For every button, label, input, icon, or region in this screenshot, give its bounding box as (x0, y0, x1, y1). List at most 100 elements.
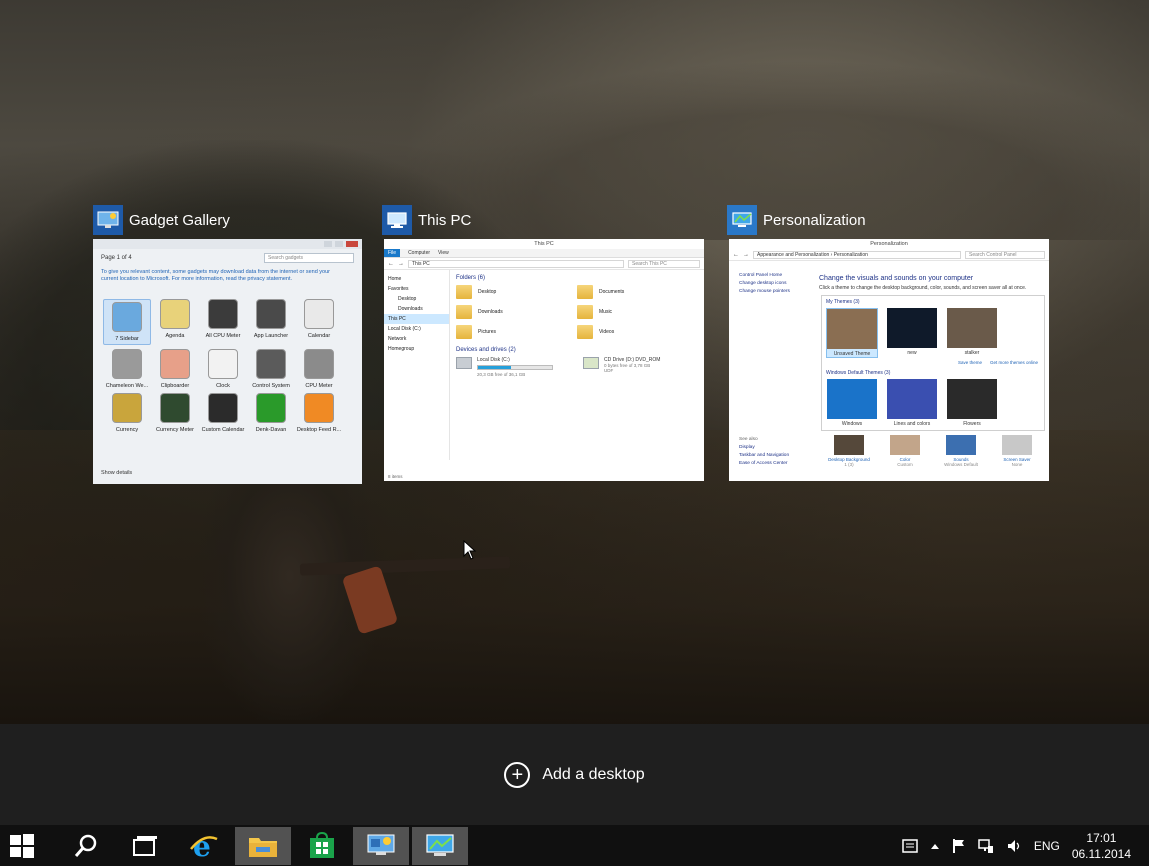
gadget-label: Chameleon We... (105, 383, 149, 389)
side-link[interactable]: Control Panel Home (739, 273, 819, 278)
clock[interactable]: 17:01 06.11.2014 (1072, 830, 1131, 862)
setting-preview (890, 435, 920, 455)
folders-header[interactable]: Folders (6) (456, 275, 698, 281)
side-link[interactable]: Change mouse pointers (739, 289, 819, 294)
side-link[interactable]: Change desktop icons (739, 281, 819, 286)
theme-setting-item[interactable]: Desktop Background 1 (3) (823, 435, 875, 467)
folder-item[interactable]: Downloads (456, 305, 577, 319)
address-bar[interactable]: This PC (408, 259, 624, 268)
theme-item[interactable]: new (886, 308, 938, 358)
theme-label: Unsaved Theme (833, 351, 871, 357)
gadget-item[interactable]: Desktop Feed R... (295, 393, 343, 433)
search-button[interactable] (58, 827, 114, 865)
personalization-app-button[interactable] (412, 826, 468, 865)
theme-setting-item[interactable]: Color Custom (879, 435, 931, 467)
save-theme-link[interactable]: Save theme (958, 360, 982, 365)
window-title-gadget-gallery[interactable]: Gadget Gallery (93, 205, 230, 235)
network-icon[interactable] (978, 838, 994, 854)
nav-item[interactable]: Home (384, 274, 449, 284)
search-input[interactable]: Search This PC (628, 259, 700, 268)
theme-item[interactable]: Lines and colors (886, 379, 938, 427)
theme-preview (947, 379, 997, 419)
gadget-item[interactable]: Currency (103, 393, 151, 433)
theme-item[interactable]: Unsaved Theme (826, 308, 878, 358)
gadget-item[interactable]: Clock (199, 349, 247, 389)
gadget-item[interactable]: 7 Sidebar (103, 299, 151, 345)
drive-d[interactable]: CD Drive (D:) DVD_ROM 0 bytes free of 3,… (583, 357, 660, 377)
flag-icon[interactable] (952, 838, 966, 854)
see-also-link[interactable]: Taskbar and Navigation (739, 453, 789, 458)
gadget-item[interactable]: Agenda (151, 299, 199, 345)
theme-item[interactable]: Flowers (946, 379, 998, 427)
gadget-app-button[interactable] (353, 826, 409, 865)
gadget-item[interactable]: Control System (247, 349, 295, 389)
gadget-icon (304, 393, 334, 423)
see-also-link[interactable]: Ease of Access Center (739, 461, 789, 466)
theme-item[interactable]: Windows (826, 379, 878, 427)
back-arrow-icon[interactable]: ← (388, 261, 394, 267)
search-input[interactable]: Search gadgets (264, 253, 354, 263)
file-explorer-button[interactable] (235, 826, 291, 865)
nav-item[interactable]: Downloads (384, 304, 449, 314)
drive-c[interactable]: Local Disk (C:) 20,3 GB free of 36,1 GB (456, 357, 553, 377)
personalization-thumbnail[interactable]: Personalization ← → Appearance and Perso… (729, 239, 1049, 481)
address-bar[interactable]: Appearance and Personalization › Persona… (753, 250, 961, 259)
see-also-link[interactable]: Display (739, 445, 789, 450)
gadget-label: All CPU Meter (205, 333, 241, 339)
start-button[interactable] (0, 827, 44, 865)
gadget-item[interactable]: App Launcher (247, 299, 295, 345)
gadget-item[interactable]: Calendar (295, 299, 343, 345)
tab-view[interactable]: View (438, 250, 449, 256)
gadget-item[interactable]: Currency Meter (151, 393, 199, 433)
folder-item[interactable]: Videos (577, 325, 698, 339)
search-icon (74, 834, 97, 857)
action-center-icon[interactable] (902, 838, 918, 853)
this-pc-icon (382, 205, 412, 235)
theme-setting-item[interactable]: Sounds Windows Default (935, 435, 987, 467)
nav-item[interactable]: Homegroup (384, 344, 449, 354)
system-tray: ENG 17:01 06.11.2014 (902, 825, 1149, 866)
window-title-personalization[interactable]: Personalization (727, 205, 866, 235)
forward-arrow-icon[interactable]: → (743, 252, 749, 258)
gadget-icon (112, 393, 142, 423)
back-arrow-icon[interactable]: ← (733, 252, 739, 258)
nav-item[interactable]: Local Disk (C:) (384, 324, 449, 334)
internet-explorer-button[interactable]: e (176, 827, 232, 865)
folder-icon (577, 325, 593, 339)
gadget-gallery-thumbnail[interactable]: Page 1 of 4 Search gadgets To give you r… (93, 239, 362, 484)
tab-file[interactable]: File (384, 249, 401, 257)
folder-item[interactable]: Documents (577, 285, 698, 299)
gadget-label: Clipboarder (160, 383, 190, 389)
nav-item[interactable]: Favorites (384, 284, 449, 294)
gadget-item[interactable]: CPU Meter (295, 349, 343, 389)
theme-settings-row: Desktop Background 1 (3) Color Custom Sounds… (821, 435, 1045, 467)
task-view-button[interactable] (117, 827, 173, 865)
nav-item[interactable]: Desktop (384, 294, 449, 304)
folder-item[interactable]: Desktop (456, 285, 577, 299)
nav-item[interactable]: This PC (384, 314, 449, 324)
nav-item[interactable]: Network (384, 334, 449, 344)
this-pc-thumbnail[interactable]: This PC File Computer View ← → This PC S… (384, 239, 704, 481)
window-title-this-pc[interactable]: This PC (382, 205, 471, 235)
more-themes-link[interactable]: Get more themes online (990, 360, 1038, 365)
gadget-item[interactable]: Clipboarder (151, 349, 199, 389)
theme-item[interactable]: stalker (946, 308, 998, 358)
forward-arrow-icon[interactable]: → (398, 261, 404, 267)
drives-header[interactable]: Devices and drives (2) (456, 347, 698, 353)
tab-computer[interactable]: Computer (408, 250, 430, 256)
show-details-link[interactable]: Show details (101, 470, 132, 476)
search-input[interactable]: Search Control Panel (965, 250, 1045, 259)
gadget-item[interactable]: Custom Calendar (199, 393, 247, 433)
volume-icon[interactable] (1006, 838, 1022, 854)
folder-item[interactable]: Music (577, 305, 698, 319)
language-indicator[interactable]: ENG (1034, 839, 1060, 853)
gadget-item[interactable]: All CPU Meter (199, 299, 247, 345)
folder-label: Desktop (478, 289, 497, 295)
add-desktop-button[interactable]: + Add a desktop (504, 761, 645, 788)
store-button[interactable] (294, 827, 350, 865)
gadget-item[interactable]: Denk-Davan (247, 393, 295, 433)
theme-setting-item[interactable]: Screen Saver None (991, 435, 1043, 467)
chevron-up-icon[interactable] (930, 842, 940, 850)
folder-item[interactable]: Pictures (456, 325, 577, 339)
gadget-item[interactable]: Chameleon We... (103, 349, 151, 389)
